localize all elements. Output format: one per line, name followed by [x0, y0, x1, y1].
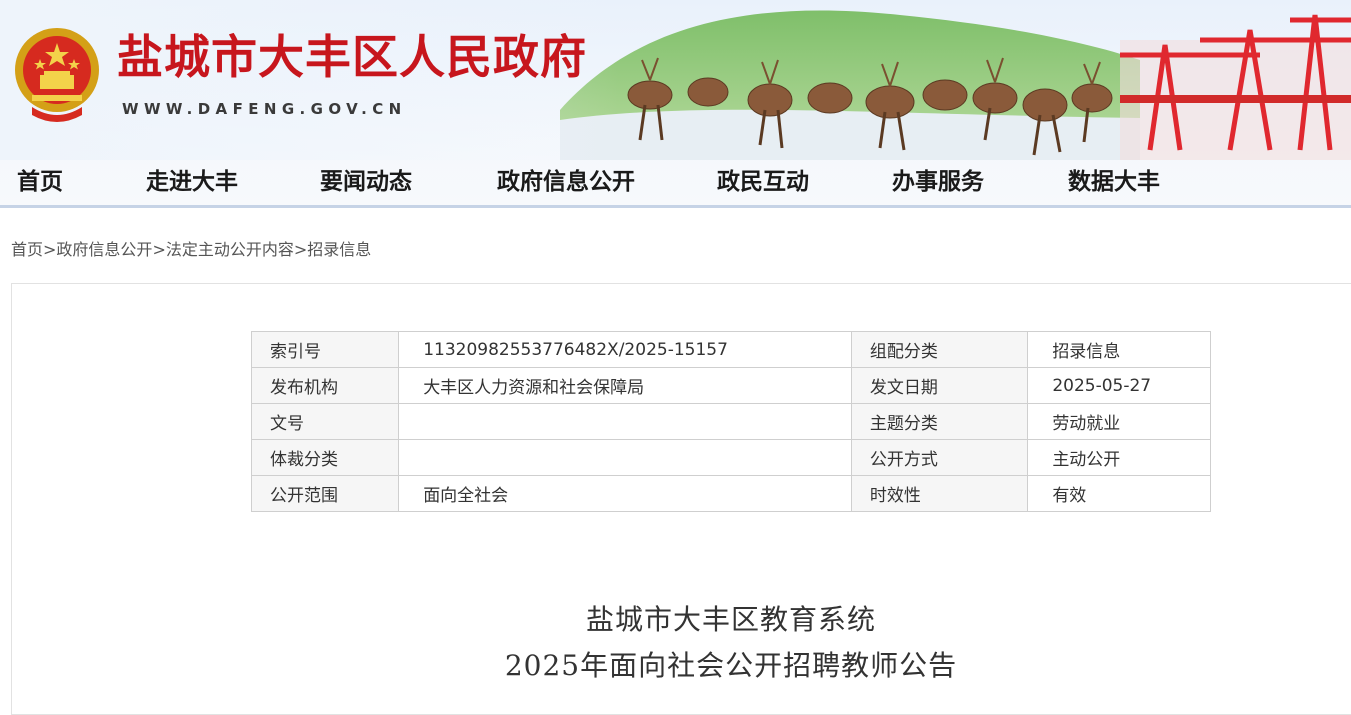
meta-value: 大丰区人力资源和社会保障局 — [398, 367, 852, 404]
meta-key: 发文日期 — [850, 367, 1029, 404]
document-title-line-2: 2025年面向社会公开招聘教师公告 — [504, 649, 958, 682]
meta-value: 11320982553776482X/2025-15157 — [398, 331, 852, 368]
breadcrumb-separator: > — [43, 240, 57, 259]
meta-value: 有效 — [1027, 475, 1211, 512]
meta-key: 体裁分类 — [250, 439, 400, 476]
document-meta-table: 索引号 11320982553776482X/2025-15157 组配分类 招… — [250, 331, 1211, 512]
site-domain: WWW.DAFENG.GOV.CN — [122, 100, 407, 118]
meta-value: 面向全社会 — [398, 475, 852, 512]
table-row: 文号 主题分类 劳动就业 — [250, 403, 1211, 440]
site-title: 盐城市大丰区人民政府 — [117, 30, 587, 84]
site-header: 盐城市大丰区人民政府 WWW.DAFENG.GOV.CN 首页 走进大丰 要闻动… — [0, 0, 1351, 207]
table-row: 公开范围 面向全社会 时效性 有效 — [250, 475, 1211, 512]
nav-item-news[interactable]: 要闻动态 — [320, 162, 412, 196]
meta-value: 招录信息 — [1027, 331, 1211, 368]
breadcrumb: 首页>政府信息公开>法定主动公开内容>招录信息 — [11, 236, 371, 260]
meta-key: 时效性 — [850, 475, 1029, 512]
meta-value: 2025-05-27 — [1027, 367, 1211, 404]
meta-key: 公开范围 — [250, 475, 400, 512]
nav-item-data[interactable]: 数据大丰 — [1068, 162, 1160, 196]
document-title-line-1: 盐城市大丰区教育系统 — [585, 603, 876, 636]
breadcrumb-separator: > — [293, 240, 308, 259]
meta-key: 主题分类 — [850, 403, 1029, 440]
national-emblem-icon — [15, 28, 99, 122]
meta-key: 索引号 — [250, 331, 400, 368]
meta-value — [398, 439, 852, 476]
nav-item-home[interactable]: 首页 — [17, 162, 63, 196]
meta-key: 公开方式 — [850, 439, 1029, 476]
meta-key: 发布机构 — [250, 367, 400, 404]
table-row: 索引号 11320982553776482X/2025-15157 组配分类 招… — [250, 331, 1211, 368]
breadcrumb-statutory[interactable]: 法定主动公开内容 — [166, 240, 294, 259]
nav-item-about[interactable]: 走进大丰 — [146, 162, 238, 196]
nav-item-gov-info[interactable]: 政府信息公开 — [497, 162, 635, 196]
meta-key: 组配分类 — [850, 331, 1029, 368]
breadcrumb-home[interactable]: 首页 — [11, 240, 43, 259]
table-row: 体裁分类 公开方式 主动公开 — [250, 439, 1211, 476]
meta-value: 主动公开 — [1027, 439, 1211, 476]
meta-key: 文号 — [250, 403, 400, 440]
breadcrumb-recruitment[interactable]: 招录信息 — [307, 240, 371, 259]
nav-item-interaction[interactable]: 政民互动 — [717, 162, 809, 196]
main-nav: 首页 走进大丰 要闻动态 政府信息公开 政民互动 办事服务 数据大丰 — [0, 152, 1351, 202]
breadcrumb-gov-info[interactable]: 政府信息公开 — [56, 240, 152, 259]
meta-value: 劳动就业 — [1027, 403, 1211, 440]
breadcrumb-separator: > — [152, 240, 166, 259]
nav-divider — [0, 205, 1351, 208]
table-row: 发布机构 大丰区人力资源和社会保障局 发文日期 2025-05-27 — [250, 367, 1211, 404]
meta-value — [398, 403, 852, 440]
nav-item-services[interactable]: 办事服务 — [892, 162, 984, 196]
